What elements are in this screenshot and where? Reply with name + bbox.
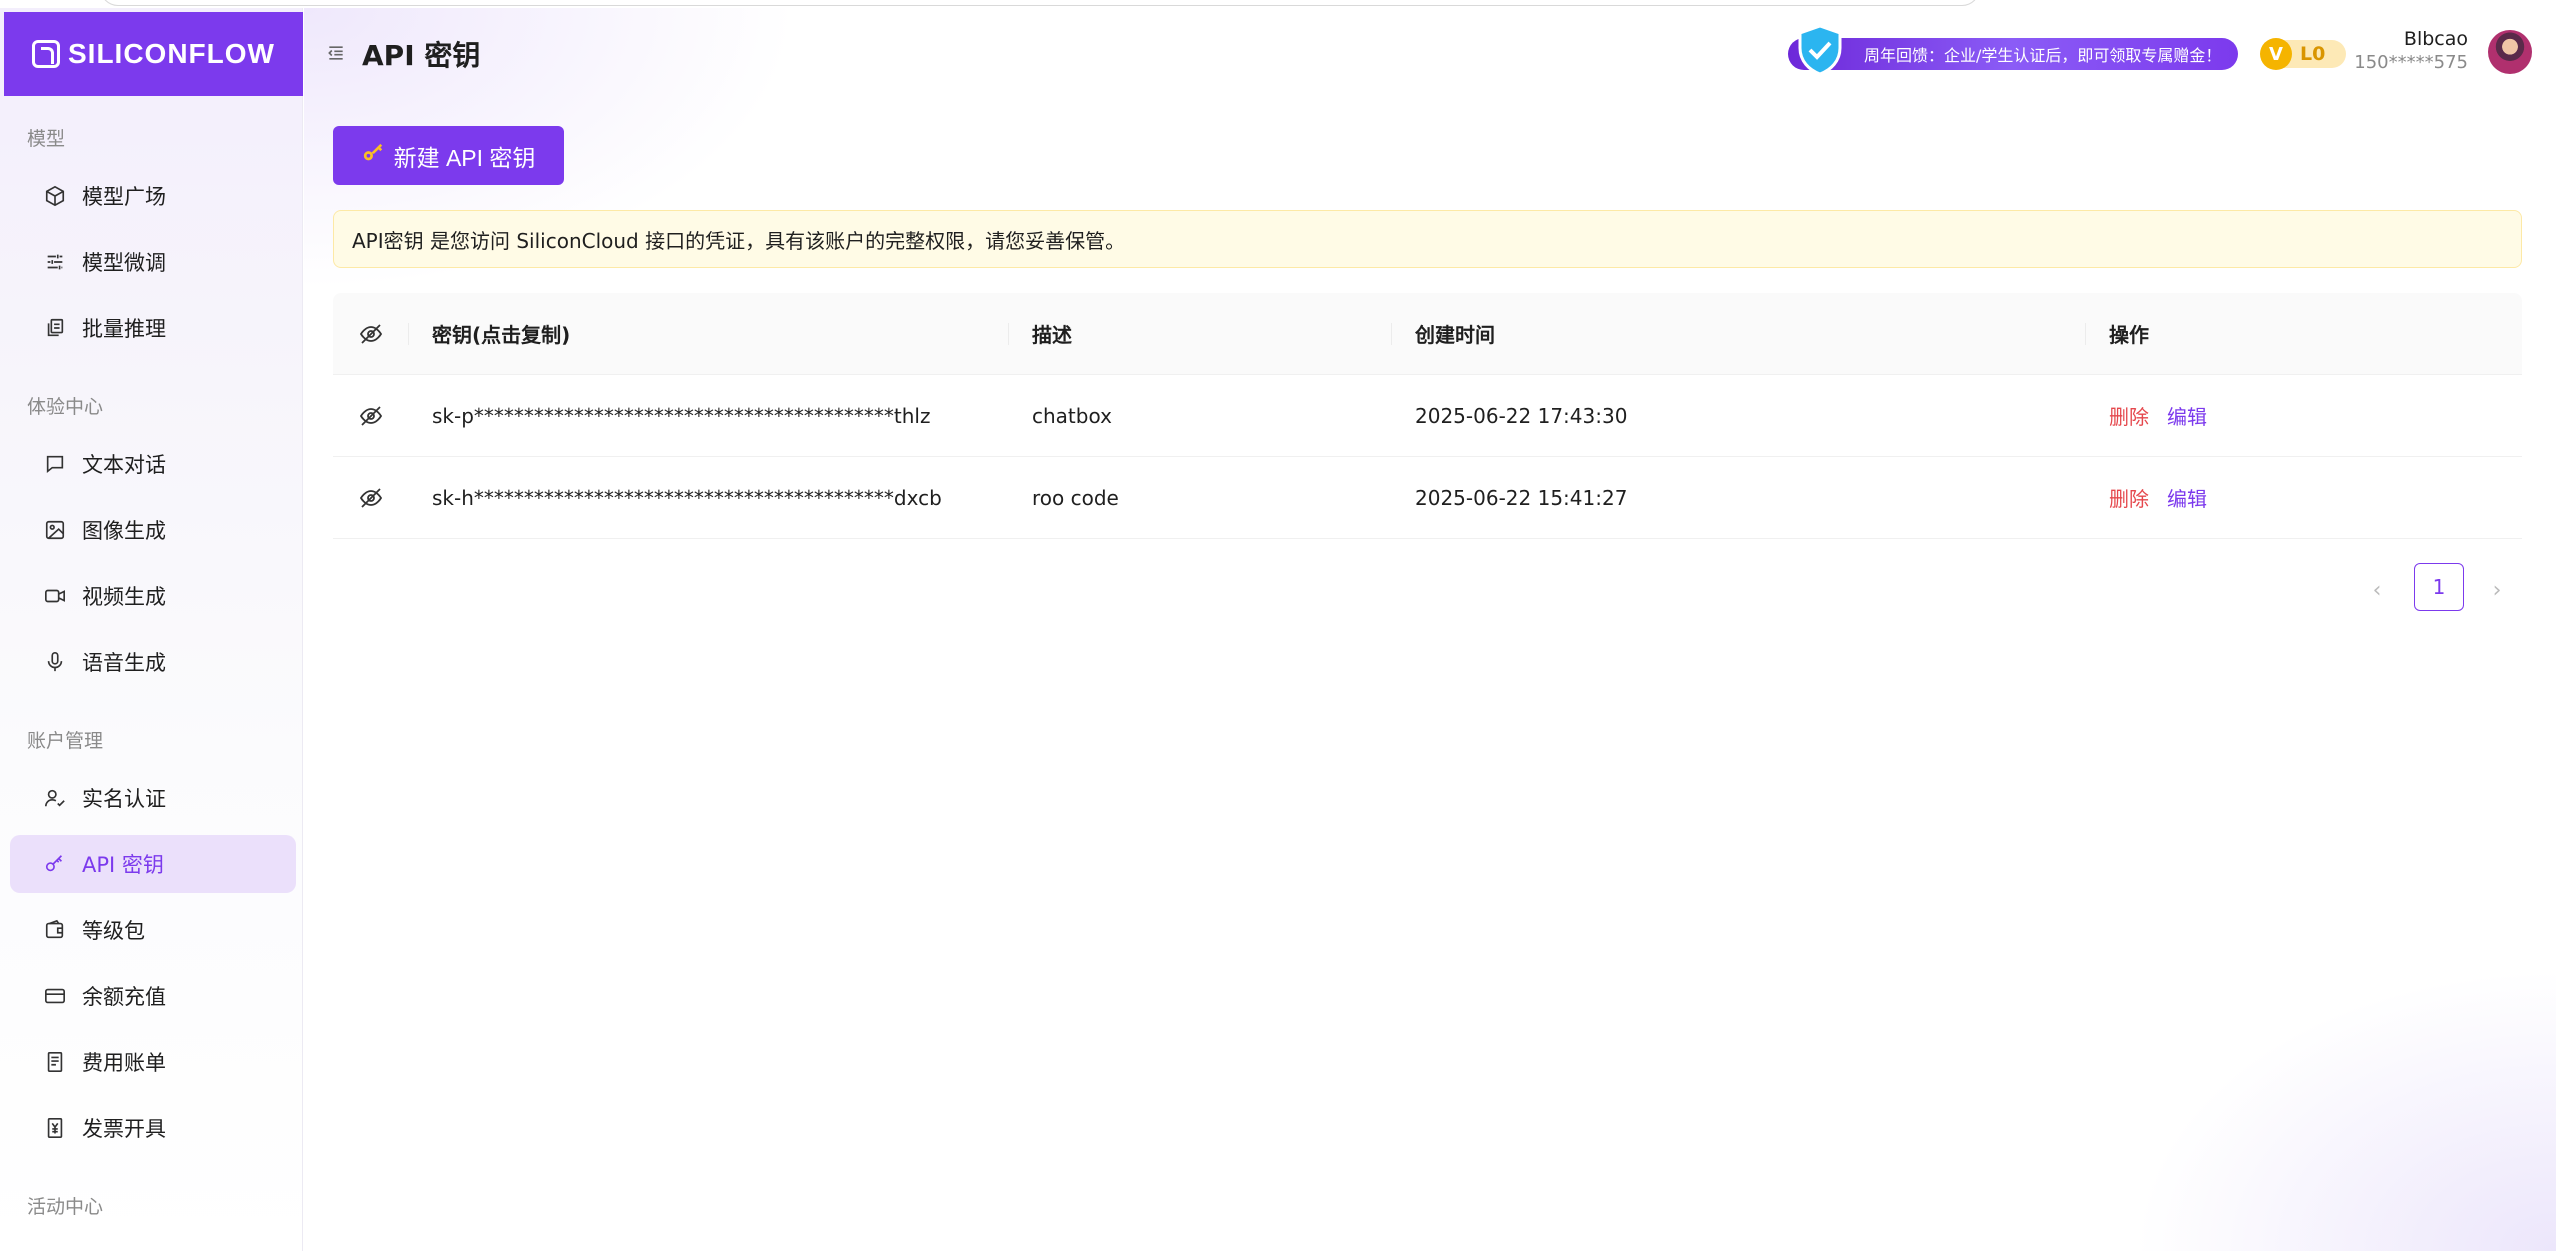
pagination-page[interactable]: 1	[2414, 563, 2464, 611]
pagination-prev-icon[interactable]: ‹	[2362, 575, 2392, 605]
level-badge[interactable]: V L0	[2260, 38, 2346, 70]
promo-banner[interactable]: 周年回馈：企业/学生认证后，即可领取专属赠金！	[1788, 38, 2238, 70]
brand-logo[interactable]: SILICONFLOW	[4, 12, 303, 96]
new-api-key-label: 新建 API 密钥	[393, 144, 536, 171]
eye-off-icon	[359, 404, 383, 428]
sidebar-item-voice-gen[interactable]: 语音生成	[10, 633, 296, 691]
sidebar-item-label: 实名认证	[82, 787, 166, 811]
collapse-menu-icon[interactable]	[326, 43, 346, 63]
api-key-desc: chatbox	[1032, 403, 1112, 428]
toggle-visibility[interactable]	[333, 457, 408, 538]
column-header-actions: 操作	[2085, 293, 2522, 374]
sidebar-item-label: 视频生成	[82, 585, 166, 609]
user-check-icon	[44, 787, 66, 809]
sidebar-item-label: 图像生成	[82, 519, 166, 543]
sidebar-item-image-gen[interactable]: 图像生成	[10, 501, 296, 559]
sidebar-item-label: 模型微调	[82, 251, 166, 275]
logo-icon	[32, 40, 60, 68]
level-text: L0	[2300, 43, 2326, 65]
sidebar-item-label: 等级包	[82, 919, 145, 943]
sidebar-item-label: 费用账单	[82, 1051, 166, 1075]
sidebar-item-real-name[interactable]: 实名认证	[10, 769, 296, 827]
section-label-experience: 体验中心	[27, 396, 104, 418]
sidebar-item-label: 模型广场	[82, 185, 166, 209]
sidebar-item-label: API 密钥	[82, 853, 164, 877]
sidebar-item-label: 语音生成	[82, 651, 166, 675]
column-header-created: 创建时间	[1391, 293, 2085, 374]
section-label-account: 账户管理	[27, 730, 104, 752]
sidebar-item-level-pack[interactable]: 等级包	[10, 901, 296, 959]
api-key-value[interactable]: sk-p************************************…	[408, 375, 1008, 456]
notice-text: API密钥 是您访问 SiliconCloud 接口的凭证，具有该账户的完整权限…	[352, 228, 1126, 253]
table-row: sk-p************************************…	[333, 375, 2522, 457]
main-content	[304, 8, 2556, 1251]
api-key-created: 2025-06-22 17:43:30	[1415, 403, 1628, 428]
section-label-activity: 活动中心	[27, 1196, 104, 1218]
sidebar-item-model-square[interactable]: 模型广场	[10, 167, 296, 225]
sidebar: SILICONFLOW 模型 模型广场 模型微调 批量推理 体验中心 文本对话 …	[0, 8, 303, 1251]
sidebar-item-invoice[interactable]: 发票开具	[10, 1099, 296, 1157]
key-icon	[44, 853, 66, 875]
layers-icon	[44, 317, 66, 339]
pagination-next-icon[interactable]: ›	[2482, 575, 2512, 605]
invoice-icon	[44, 1117, 66, 1139]
api-key-value[interactable]: sk-h************************************…	[408, 457, 1008, 538]
edit-button[interactable]: 编辑	[2167, 483, 2207, 512]
receipt-icon	[44, 1051, 66, 1073]
sliders-icon	[44, 251, 66, 273]
page-title: API 密钥	[362, 39, 481, 72]
eye-off-icon	[359, 486, 383, 510]
logo-text: SILICONFLOW	[68, 38, 275, 69]
toggle-visibility-all[interactable]	[333, 293, 408, 374]
edit-button[interactable]: 编辑	[2167, 401, 2207, 430]
mic-icon	[44, 651, 66, 673]
image-icon	[44, 519, 66, 541]
table-row: sk-h************************************…	[333, 457, 2522, 539]
cube-icon	[44, 185, 66, 207]
api-keys-table: 密钥(点击复制) 描述 创建时间 操作 sk-p****************…	[333, 293, 2522, 539]
row-actions: 删除 编辑	[2085, 375, 2522, 456]
video-icon	[44, 585, 66, 607]
avatar[interactable]	[2488, 30, 2532, 74]
shield-check-icon	[1796, 24, 1844, 76]
sidebar-item-label: 批量推理	[82, 317, 166, 341]
vip-icon: V	[2260, 38, 2292, 70]
sidebar-item-recharge[interactable]: 余额充值	[10, 967, 296, 1025]
promo-text: 周年回馈：企业/学生认证后，即可领取专属赠金！	[1864, 46, 2222, 65]
user-name: Blbcao	[2403, 28, 2468, 50]
sidebar-item-video-gen[interactable]: 视频生成	[10, 567, 296, 625]
sidebar-item-api-keys[interactable]: API 密钥	[10, 835, 296, 893]
column-header-key: 密钥(点击复制)	[408, 293, 1008, 374]
table-header: 密钥(点击复制) 描述 创建时间 操作	[333, 293, 2522, 375]
api-key-created: 2025-06-22 15:41:27	[1415, 485, 1628, 510]
sidebar-item-label: 文本对话	[82, 453, 166, 477]
wallet-icon	[44, 919, 66, 941]
api-key-desc: roo code	[1032, 485, 1119, 510]
key-icon	[362, 142, 384, 170]
sidebar-item-billing[interactable]: 费用账单	[10, 1033, 296, 1091]
card-icon	[44, 985, 66, 1007]
new-api-key-button[interactable]: 新建 API 密钥	[333, 126, 564, 185]
notice-banner: API密钥 是您访问 SiliconCloud 接口的凭证，具有该账户的完整权限…	[333, 210, 2522, 268]
delete-button[interactable]: 删除	[2109, 401, 2149, 430]
delete-button[interactable]: 删除	[2109, 483, 2149, 512]
sidebar-item-text-chat[interactable]: 文本对话	[10, 435, 296, 493]
section-label-models: 模型	[27, 128, 66, 150]
sidebar-item-label: 发票开具	[82, 1117, 166, 1141]
column-header-desc: 描述	[1008, 293, 1391, 374]
row-actions: 删除 编辑	[2085, 457, 2522, 538]
toggle-visibility[interactable]	[333, 375, 408, 456]
address-bar	[100, 0, 1980, 6]
user-phone: 150*****575	[2354, 52, 2468, 73]
sidebar-item-batch-inference[interactable]: 批量推理	[10, 299, 296, 357]
browser-strip	[0, 0, 2556, 8]
chat-icon	[44, 453, 66, 475]
eye-off-icon	[359, 322, 383, 346]
sidebar-item-fine-tune[interactable]: 模型微调	[10, 233, 296, 291]
sidebar-item-label: 余额充值	[82, 985, 166, 1009]
